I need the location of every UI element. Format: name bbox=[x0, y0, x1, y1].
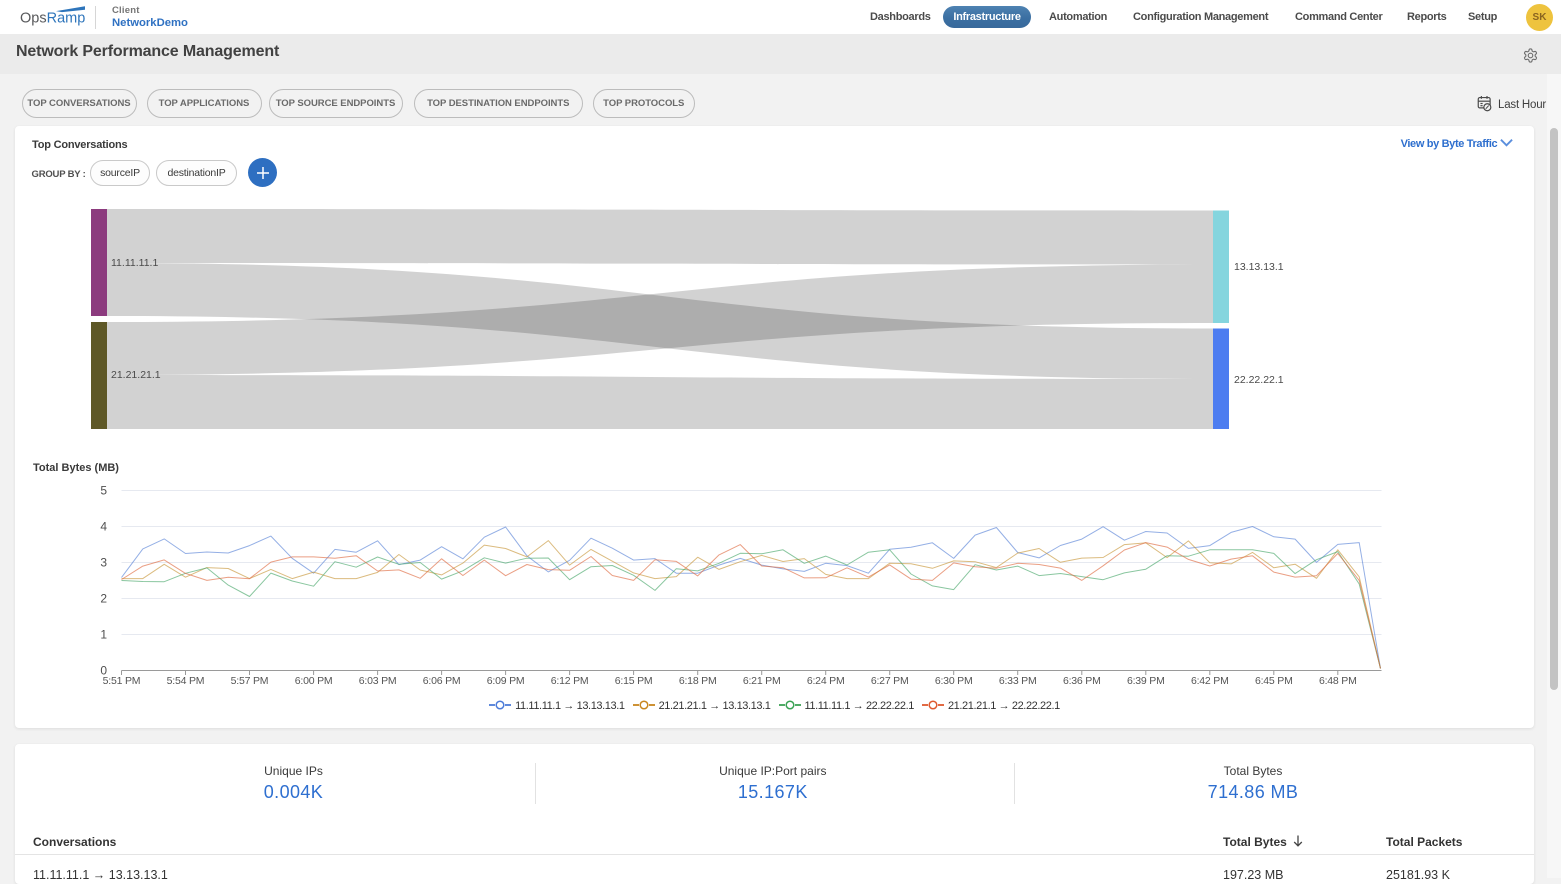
svg-text:6:36 PM: 6:36 PM bbox=[1063, 675, 1101, 687]
svg-text:1: 1 bbox=[100, 628, 107, 642]
svg-text:2: 2 bbox=[100, 592, 107, 606]
svg-text:6:33 PM: 6:33 PM bbox=[999, 675, 1037, 687]
svg-text:5:51 PM: 5:51 PM bbox=[103, 675, 141, 687]
svg-text:6:12 PM: 6:12 PM bbox=[551, 675, 589, 687]
svg-text:5:57 PM: 5:57 PM bbox=[231, 675, 269, 687]
svg-text:6:42 PM: 6:42 PM bbox=[1191, 675, 1229, 687]
svg-text:6:27 PM: 6:27 PM bbox=[871, 675, 909, 687]
svg-text:6:30 PM: 6:30 PM bbox=[935, 675, 973, 687]
svg-text:Ops: Ops bbox=[20, 11, 47, 27]
svg-text:6:09 PM: 6:09 PM bbox=[487, 675, 525, 687]
svg-text:6:06 PM: 6:06 PM bbox=[423, 675, 461, 687]
svg-text:5: 5 bbox=[100, 484, 107, 498]
svg-text:6:03 PM: 6:03 PM bbox=[359, 675, 397, 687]
svg-text:6:21 PM: 6:21 PM bbox=[743, 675, 781, 687]
svg-text:6:24 PM: 6:24 PM bbox=[807, 675, 845, 687]
svg-text:6:15 PM: 6:15 PM bbox=[615, 675, 653, 687]
svg-text:13.13.13.1: 13.13.13.1 bbox=[1234, 261, 1284, 273]
svg-text:6:48 PM: 6:48 PM bbox=[1319, 675, 1357, 687]
svg-text:6:45 PM: 6:45 PM bbox=[1255, 675, 1293, 687]
svg-text:11.11.11.1: 11.11.11.1 bbox=[111, 257, 158, 269]
svg-text:3: 3 bbox=[100, 556, 107, 570]
svg-text:Ramp: Ramp bbox=[47, 11, 86, 27]
svg-text:6:00 PM: 6:00 PM bbox=[295, 675, 333, 687]
svg-text:6:39 PM: 6:39 PM bbox=[1127, 675, 1165, 687]
svg-text:21.21.21.1: 21.21.21.1 bbox=[111, 369, 161, 381]
svg-text:6:18 PM: 6:18 PM bbox=[679, 675, 717, 687]
svg-text:5:54 PM: 5:54 PM bbox=[167, 675, 205, 687]
svg-text:22.22.22.1: 22.22.22.1 bbox=[1234, 374, 1284, 386]
svg-text:4: 4 bbox=[100, 520, 107, 534]
